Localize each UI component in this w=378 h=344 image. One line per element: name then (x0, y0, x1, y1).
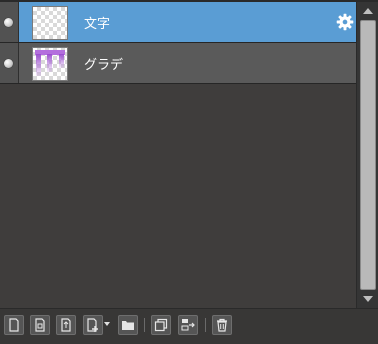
new-raster-layer-icon (35, 318, 45, 332)
toolbar-divider (205, 318, 206, 332)
vertical-scrollbar[interactable] (356, 2, 378, 308)
scroll-up-button[interactable] (360, 4, 376, 18)
add-layer-dropdown-icon (87, 318, 98, 332)
merge-layer-icon (181, 319, 195, 331)
layer-row-text[interactable]: 文字 (0, 2, 356, 43)
layer-row-gradient[interactable]: グラデ (0, 43, 356, 84)
duplicate-layer-button[interactable] (151, 315, 171, 335)
gradient-strokes-image (35, 50, 65, 76)
new-layer-icon (9, 318, 19, 332)
new-vector-layer-button[interactable] (56, 315, 76, 335)
scroll-down-button[interactable] (360, 292, 376, 306)
visibility-toggle[interactable] (0, 43, 19, 83)
layer-toolbar (0, 308, 378, 344)
visibility-dot-icon (4, 18, 13, 27)
visibility-dot-icon (4, 59, 13, 68)
new-vector-layer-icon (61, 318, 71, 332)
layer-name: グラデ (84, 58, 124, 73)
triangle-up-icon (363, 8, 373, 14)
toolbar-divider (144, 318, 145, 332)
folder-icon (122, 321, 134, 330)
chevron-down-icon[interactable] (104, 322, 110, 326)
delete-layer-icon (217, 318, 227, 332)
add-layer-dropdown-button[interactable] (83, 315, 103, 335)
new-layer-button[interactable] (4, 315, 24, 335)
merge-layer-button[interactable] (178, 315, 198, 335)
layer-thumbnail (32, 6, 68, 40)
triangle-down-icon (363, 296, 373, 302)
scrollbar-thumb[interactable] (360, 20, 376, 290)
layer-name: 文字 (84, 17, 111, 32)
layer-list: 文字 グラデ (0, 2, 356, 84)
gear-icon[interactable] (336, 13, 354, 31)
duplicate-layer-icon (154, 318, 168, 332)
delete-layer-button[interactable] (212, 315, 232, 335)
new-raster-layer-button[interactable] (30, 315, 50, 335)
new-folder-button[interactable] (118, 315, 138, 335)
layer-thumbnail (32, 47, 68, 81)
layer-panel: 文字 グラデ (0, 0, 378, 344)
visibility-toggle[interactable] (0, 2, 19, 42)
